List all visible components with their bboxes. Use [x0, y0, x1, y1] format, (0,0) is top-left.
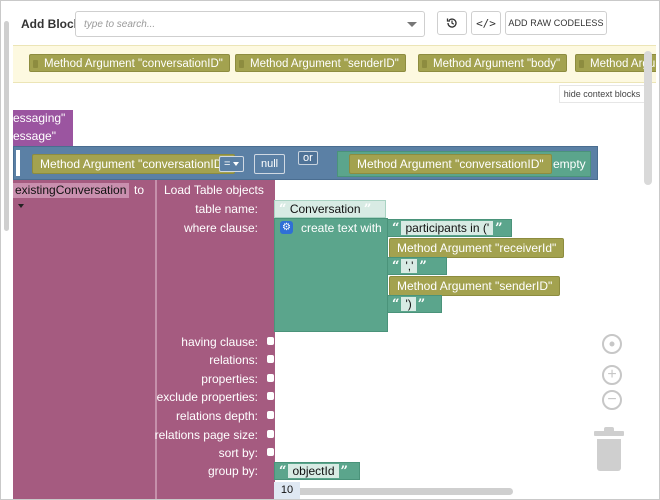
- where-clause-label: where clause:: [183, 221, 258, 235]
- exclude-properties-socket[interactable]: [267, 392, 274, 400]
- context-blocks-bar: Method Argument "conversationID" Method …: [13, 45, 656, 83]
- context-block-body[interactable]: Method Argument "body": [418, 54, 568, 72]
- properties-socket[interactable]: [267, 374, 274, 382]
- text-part-1[interactable]: “participants in ('”: [387, 219, 512, 237]
- sort-by-label: sort by:: [218, 446, 258, 460]
- crosshair-icon: [609, 341, 615, 347]
- exclude-properties-label: exclude properties:: [156, 390, 258, 404]
- condition-arg-left[interactable]: Method Argument "conversationID": [32, 154, 235, 174]
- trash-can: [597, 439, 621, 471]
- load-table-label: Load Table objects: [164, 183, 264, 197]
- block-search-input[interactable]: [82, 15, 386, 33]
- gear-icon[interactable]: ⚙: [280, 221, 293, 234]
- text-part-2[interactable]: Method Argument "receiverId": [389, 238, 565, 258]
- or-dropdown[interactable]: or: [298, 151, 318, 165]
- group-by-value[interactable]: objectId: [288, 464, 339, 478]
- block-divider: [155, 180, 157, 499]
- hide-context-blocks-button[interactable]: hide context blocks: [559, 85, 645, 103]
- left-scrollbar[interactable]: [4, 21, 9, 231]
- chevron-down-icon: [18, 203, 24, 208]
- vertical-scrollbar[interactable]: [644, 51, 652, 185]
- operator-dropdown[interactable]: =: [219, 156, 245, 172]
- open-quote-icon: “: [392, 259, 400, 274]
- create-text-label: create text with: [301, 221, 382, 235]
- group-by-label: group by:: [207, 464, 258, 478]
- open-quote-icon: “: [392, 297, 400, 312]
- variable-name: existingConversation: [15, 183, 127, 197]
- text-part-1-value[interactable]: participants in (': [401, 221, 494, 235]
- close-quote-icon: ”: [363, 202, 372, 217]
- relations-page-size-label: relations page size:: [154, 428, 258, 442]
- text-part-5[interactable]: “')”: [387, 295, 442, 313]
- to-label: to: [134, 183, 145, 197]
- group-by-string-block[interactable]: “objectId”: [274, 462, 360, 480]
- text-part-3-value[interactable]: ',': [401, 259, 418, 273]
- bottom-number-block[interactable]: 10: [274, 482, 300, 499]
- text-part-4[interactable]: Method Argument "senderID": [389, 276, 561, 296]
- close-quote-icon: ”: [417, 297, 426, 312]
- open-quote-icon: “: [279, 202, 287, 217]
- operator-label: =: [224, 158, 231, 170]
- sort-by-socket[interactable]: [267, 448, 274, 456]
- open-quote-icon: “: [279, 464, 287, 479]
- trash-icon[interactable]: [594, 427, 624, 471]
- condition-notch: [16, 150, 20, 176]
- zoom-in-icon[interactable]: +: [602, 365, 622, 385]
- relations-depth-label: relations depth:: [175, 409, 258, 423]
- close-quote-icon: ”: [340, 464, 348, 479]
- create-text-block[interactable]: [274, 218, 388, 332]
- context-block-sender-id[interactable]: Method Argument "senderID": [235, 54, 406, 72]
- history-button[interactable]: [437, 11, 467, 35]
- relations-label: relations:: [209, 353, 258, 367]
- having-clause-label: having clause:: [181, 335, 258, 349]
- table-name-label: table name:: [195, 202, 258, 216]
- code-view-button[interactable]: </>: [471, 11, 501, 35]
- toolbar: Add Block: </> ADD RAW CODELESS: [1, 1, 659, 45]
- recenter-icon[interactable]: [602, 334, 622, 354]
- block-search-field[interactable]: [75, 11, 425, 37]
- table-name-value[interactable]: Conversation: [290, 202, 361, 216]
- text-part-5-value[interactable]: '): [401, 297, 416, 311]
- add-raw-codeless-button[interactable]: ADD RAW CODELESS: [505, 11, 607, 35]
- relations-socket[interactable]: [267, 355, 274, 363]
- relations-page-size-socket[interactable]: [267, 430, 274, 438]
- having-clause-socket[interactable]: [267, 337, 274, 345]
- properties-label: properties:: [201, 372, 258, 386]
- close-quote-icon: ”: [419, 259, 427, 274]
- trash-lid: [594, 431, 624, 436]
- purple-block[interactable]: essaging" essage": [13, 110, 73, 146]
- chevron-down-icon: [233, 162, 240, 167]
- open-quote-icon: “: [392, 221, 400, 236]
- text-part-3[interactable]: “','”: [387, 257, 447, 275]
- variable-dropdown[interactable]: existingConversation: [13, 183, 129, 208]
- purple-line-2: essage": [13, 129, 56, 143]
- context-block-conversation-id[interactable]: Method Argument "conversationID": [29, 54, 230, 72]
- history-icon: [446, 18, 457, 28]
- relations-depth-socket[interactable]: [267, 411, 274, 419]
- null-block[interactable]: null: [254, 154, 286, 174]
- purple-line-1: essaging": [13, 111, 66, 125]
- or-label: or: [303, 152, 313, 164]
- chevron-down-icon[interactable]: [407, 22, 417, 27]
- table-name-string-block[interactable]: “ Conversation ”: [274, 200, 386, 218]
- close-quote-icon: ”: [495, 221, 503, 236]
- condition-arg-right[interactable]: Method Argument "conversationID": [349, 154, 552, 174]
- codeless-editor: Add Block: </> ADD RAW CODELESS Method A…: [0, 0, 660, 500]
- zoom-out-icon[interactable]: −: [602, 390, 622, 410]
- code-icon: </>: [476, 16, 496, 30]
